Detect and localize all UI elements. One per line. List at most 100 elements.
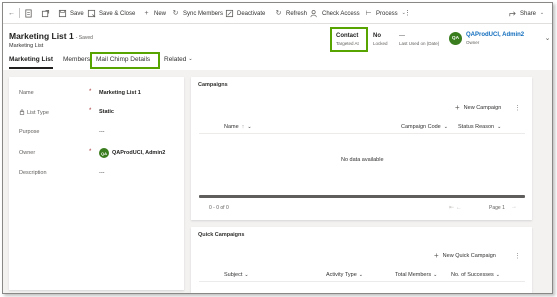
share-icon bbox=[508, 9, 517, 18]
main-content: Name * Marketing List 1 List Type * Stat… bbox=[3, 70, 552, 293]
column-name-label: Name bbox=[224, 124, 239, 130]
description-input[interactable]: --- bbox=[99, 170, 105, 176]
deactivate-icon bbox=[225, 9, 234, 18]
record-count: 0 - 0 of 0 bbox=[209, 205, 229, 211]
save-close-button[interactable]: Save & Close bbox=[87, 8, 135, 19]
chevron-down-icon: ⌄ bbox=[544, 35, 551, 42]
required-indicator: * bbox=[89, 89, 92, 95]
column-status-reason-label: Status Reason bbox=[458, 124, 495, 130]
owner-lookup[interactable]: QA QAProdUCI, Admin2 bbox=[99, 148, 165, 158]
chevron-down-icon: ⌄ bbox=[443, 124, 448, 130]
name-input[interactable]: Marketing List 1 bbox=[99, 90, 141, 96]
field-purpose: Purpose --- bbox=[19, 127, 184, 139]
new-campaign-button[interactable]: + New Campaign bbox=[455, 103, 501, 112]
page-number: Page 1 bbox=[489, 205, 505, 211]
column-header-successes[interactable]: No. of Successes ⌄ bbox=[451, 272, 500, 278]
header-field-last-used: --- Last Used on (Date) bbox=[399, 33, 439, 46]
plus-icon: + bbox=[144, 10, 149, 17]
save-label: Save bbox=[70, 10, 84, 17]
header-field-locked: No Locked bbox=[373, 33, 388, 46]
lock-icon bbox=[19, 109, 25, 117]
chevron-down-icon: ⌄ bbox=[247, 124, 252, 130]
column-header-name[interactable]: Name ↑ ⌄ bbox=[224, 124, 252, 130]
owner-avatar: QA bbox=[449, 32, 462, 45]
back-arrow-icon: ← bbox=[8, 10, 15, 17]
tab-members[interactable]: Members bbox=[63, 56, 90, 63]
save-close-label: Save & Close bbox=[99, 10, 136, 17]
refresh-button[interactable]: ↻ Refresh bbox=[274, 8, 307, 19]
save-close-icon bbox=[87, 9, 96, 18]
required-indicator: * bbox=[89, 108, 92, 114]
pager-first-prev: ⇤ ← bbox=[449, 204, 462, 211]
refresh-icon: ↻ bbox=[275, 10, 282, 17]
sync-members-button[interactable]: ↻ Sync Members bbox=[171, 8, 223, 19]
record-title-text: Marketing List 1 bbox=[9, 31, 74, 41]
chevron-down-icon: ⌄ bbox=[244, 272, 249, 278]
deactivate-label: Deactivate bbox=[237, 10, 266, 17]
check-access-icon bbox=[310, 9, 319, 18]
tab-marketing-list[interactable]: Marketing List bbox=[9, 56, 53, 63]
last-used-label: Last Used on (Date) bbox=[399, 41, 440, 46]
sync-members-label: Sync Members bbox=[183, 10, 224, 17]
empty-state-message: No data available bbox=[341, 157, 384, 163]
save-icon bbox=[58, 9, 67, 18]
chevron-down-icon: ⌄ bbox=[539, 10, 545, 16]
more-commands-button[interactable]: ⋮ bbox=[403, 8, 412, 19]
field-label: Name bbox=[19, 90, 34, 96]
tab-mail-chimp-details[interactable]: Mail Chimp Details bbox=[96, 56, 150, 63]
previous-page-icon[interactable]: ← bbox=[456, 205, 462, 211]
required-indicator: * bbox=[89, 149, 92, 155]
check-access-label: Check Access bbox=[322, 10, 360, 17]
chevron-down-icon: ⌄ bbox=[358, 272, 363, 278]
chevron-down-icon: ⌄ bbox=[433, 272, 438, 278]
process-button[interactable]: ⊢ Process ⌄ bbox=[364, 8, 407, 19]
form-view-button[interactable] bbox=[24, 8, 33, 19]
deactivate-button[interactable]: Deactivate bbox=[225, 8, 265, 19]
owner-lookup-value: QAProdUCI, Admin2 bbox=[112, 150, 166, 156]
more-options-icon[interactable]: ⋮ bbox=[514, 252, 521, 260]
field-description: Description --- bbox=[19, 168, 184, 180]
targeted-at-value: Contact bbox=[336, 33, 359, 39]
column-subject-label: Subject bbox=[224, 272, 243, 278]
column-header-subject[interactable]: Subject ⌄ bbox=[224, 272, 249, 278]
field-label: Purpose bbox=[19, 129, 40, 135]
quick-campaigns-subgrid: Quick Campaigns + New Quick Campaign ⋮ S… bbox=[191, 227, 532, 293]
chevron-down-icon: ⌄ bbox=[188, 56, 193, 62]
locked-value: No bbox=[373, 33, 381, 39]
column-header-campaign-code[interactable]: Campaign Code ⌄ bbox=[401, 124, 448, 130]
field-label: Owner bbox=[19, 150, 36, 156]
horizontal-scrollbar[interactable] bbox=[199, 195, 525, 198]
column-header-status-reason[interactable]: Status Reason ⌄ bbox=[458, 124, 501, 130]
column-total-members-label: Total Members bbox=[395, 272, 432, 278]
header-owner[interactable]: QA QAProdUCI, Admin2 Owner bbox=[449, 32, 524, 45]
open-window-button[interactable] bbox=[41, 8, 50, 19]
sync-icon: ↻ bbox=[172, 10, 179, 17]
tab-related[interactable]: Related ⌄ bbox=[164, 56, 193, 63]
save-button[interactable]: Save bbox=[58, 8, 84, 19]
sort-ascending-icon: ↑ bbox=[241, 124, 245, 130]
column-header-total-members[interactable]: Total Members ⌄ bbox=[395, 272, 437, 278]
campaigns-title: Campaigns bbox=[198, 82, 228, 88]
plus-icon: + bbox=[455, 103, 460, 112]
header-divider bbox=[199, 281, 525, 282]
purpose-input[interactable]: --- bbox=[99, 129, 105, 135]
back-button[interactable]: ← bbox=[7, 8, 16, 19]
record-title: Marketing List 1- Saved bbox=[9, 31, 93, 41]
tab-related-label: Related bbox=[164, 56, 187, 63]
new-quick-campaign-button[interactable]: + New Quick Campaign bbox=[434, 252, 496, 260]
column-header-activity-type[interactable]: Activity Type ⌄ bbox=[326, 272, 363, 278]
first-page-icon[interactable]: ⇤ bbox=[449, 205, 454, 211]
header-expand-button[interactable]: ⌄ bbox=[543, 34, 552, 43]
field-list-type: List Type * Static bbox=[19, 107, 184, 119]
record-entity-name: Marketing List bbox=[9, 43, 44, 49]
field-label: List Type bbox=[19, 109, 49, 117]
check-access-button[interactable]: Check Access bbox=[310, 8, 360, 19]
open-in-new-window-icon bbox=[41, 9, 50, 18]
share-button[interactable]: Share ⌄ bbox=[508, 8, 545, 19]
next-page-icon[interactable]: → bbox=[511, 204, 517, 210]
field-owner: Owner * QA QAProdUCI, Admin2 bbox=[19, 148, 184, 160]
more-options-icon[interactable]: ⋮ bbox=[514, 104, 521, 112]
owner-name-link[interactable]: QAProdUCI, Admin2 bbox=[466, 32, 524, 38]
process-icon: ⊢ bbox=[365, 10, 372, 17]
new-button[interactable]: + New bbox=[142, 8, 166, 19]
